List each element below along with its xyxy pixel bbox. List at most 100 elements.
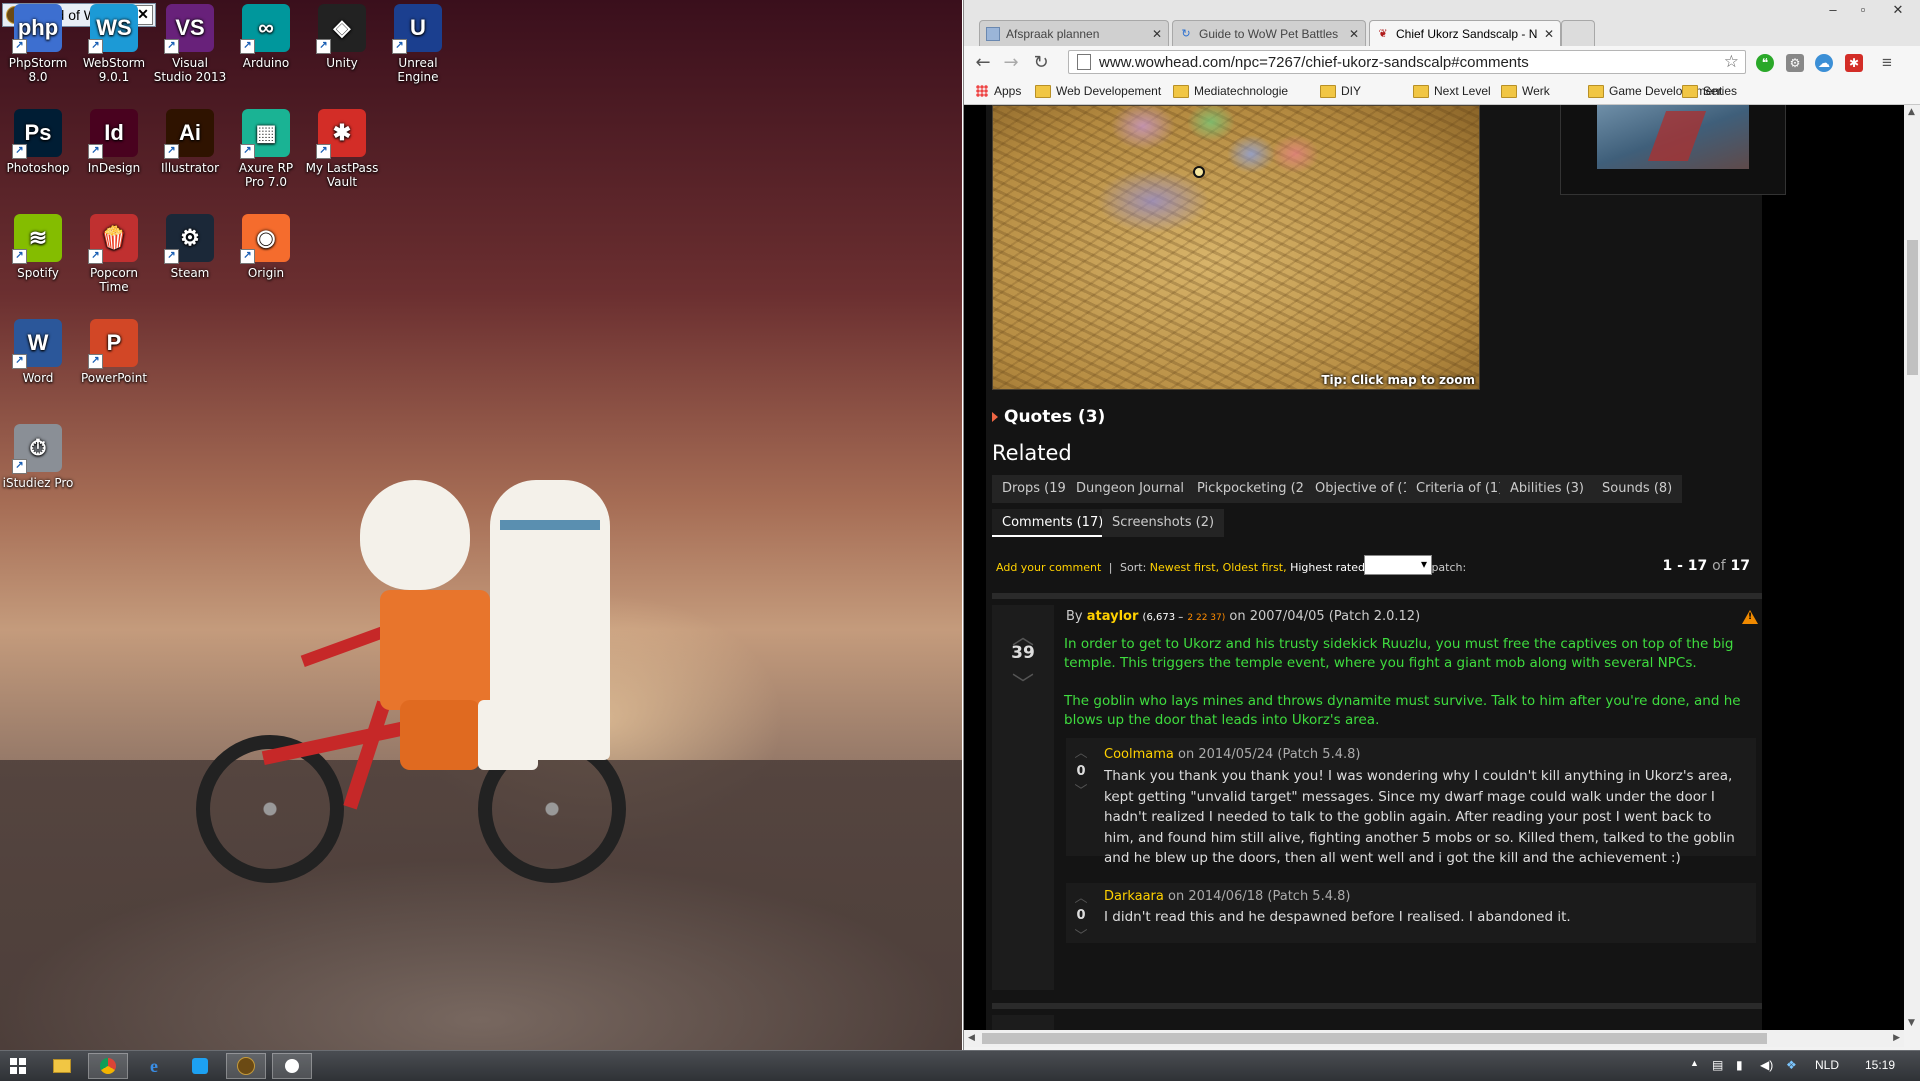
minimize-icon[interactable]: –	[1819, 0, 1847, 20]
downvote-icon[interactable]: ﹀	[992, 667, 1054, 699]
cloud-extension-icon[interactable]: ☁	[1815, 54, 1833, 72]
comment-author[interactable]: ataylor	[1087, 609, 1139, 624]
bookmark-item[interactable]: Mediatechnologie	[1173, 84, 1288, 98]
sort-oldest-link[interactable]: Oldest first	[1223, 561, 1284, 574]
forward-icon[interactable]: →	[1000, 52, 1022, 74]
related-tab[interactable]: Dungeon Journal	[1066, 475, 1195, 503]
tab-chief-ukorz[interactable]: ❦ Chief Ukorz Sandscalp - N ✕	[1369, 20, 1561, 46]
desktop-shortcut[interactable]: ∞ ↗ Arduino	[228, 4, 304, 70]
horizontal-scrollbar[interactable]: ◀ ▶	[964, 1030, 1904, 1047]
shortcut-arrow-icon: ↗	[88, 249, 103, 264]
taskbar-wow[interactable]	[226, 1053, 266, 1079]
desktop-shortcut-label: Photoshop	[6, 161, 70, 175]
desktop-shortcut[interactable]: ✱ ↗ My LastPass Vault	[304, 109, 380, 189]
related-tab[interactable]: Pickpocketing (2)	[1187, 475, 1320, 503]
bookmark-item[interactable]: Next Level	[1413, 84, 1491, 98]
close-tab-icon[interactable]: ✕	[1152, 27, 1162, 41]
vertical-scrollbar[interactable]: ▲ ▼	[1904, 105, 1920, 1030]
desktop-shortcut[interactable]: ≋ ↗ Spotify	[0, 214, 76, 280]
desktop-shortcut[interactable]: ▦ ↗ Axure RP Pro 7.0	[228, 109, 304, 189]
back-icon[interactable]: ←	[972, 52, 994, 74]
bookmark-item[interactable]: Web Developement	[1035, 84, 1161, 98]
new-tab-button[interactable]	[1561, 20, 1595, 46]
evernote-extension-icon[interactable]: ❝	[1756, 54, 1774, 72]
scroll-right-icon[interactable]: ▶	[1893, 1033, 1900, 1043]
taskbar-chrome[interactable]	[88, 1053, 128, 1079]
add-comment-link[interactable]: Add your comment	[996, 561, 1101, 574]
reply-date: on 2014/06/18 (Patch 5.4.8)	[1168, 889, 1351, 904]
taskbar-explorer[interactable]	[42, 1053, 82, 1079]
npc-screenshot-thumbnail[interactable]	[1597, 105, 1749, 169]
bookmark-item[interactable]: Series	[1682, 84, 1737, 98]
folder-icon	[1501, 84, 1517, 98]
bookmark-item[interactable]: Werk	[1501, 84, 1550, 98]
desktop-shortcut[interactable]: ◈ ↗ Unity	[304, 4, 380, 70]
desktop-shortcut[interactable]: ⚙ ↗ Steam	[152, 214, 228, 280]
related-tab[interactable]: Criteria of (1)	[1406, 475, 1514, 503]
zone-map[interactable]: Tip: Click map to zoom	[992, 105, 1480, 390]
battery-icon[interactable]: ▮	[1736, 1058, 1743, 1072]
tray-expand-icon[interactable]: ▲	[1690, 1058, 1699, 1068]
page-icon	[1077, 54, 1091, 70]
quotes-toggle[interactable]: Quotes (3)	[992, 407, 1105, 427]
bookmark-item[interactable]: Apps	[976, 84, 1021, 98]
sort-newest-link[interactable]: Newest first	[1150, 561, 1216, 574]
patch-filter-select[interactable]	[1364, 555, 1432, 575]
close-tab-icon[interactable]: ✕	[1349, 27, 1359, 41]
reply-author[interactable]: Darkaara	[1104, 889, 1164, 904]
close-tab-icon[interactable]: ✕	[1544, 27, 1554, 41]
desktop-shortcut[interactable]: U ↗ Unreal Engine	[380, 4, 456, 84]
taskbar-twitter[interactable]	[180, 1053, 220, 1079]
related-tab[interactable]: Sounds (8)	[1592, 475, 1683, 503]
maximize-icon[interactable]: ▫	[1849, 0, 1877, 20]
reply-upvote-icon[interactable]: ︿	[1066, 742, 1096, 761]
related-tab[interactable]: Abilities (3)	[1500, 475, 1595, 503]
close-window-icon[interactable]: ✕	[1884, 0, 1912, 20]
clock[interactable]: 15:19	[1865, 1058, 1895, 1072]
desktop-shortcut[interactable]: P ↗ PowerPoint	[76, 319, 152, 385]
bookmark-item[interactable]: DIY	[1320, 84, 1361, 98]
volume-icon[interactable]: ◀)	[1760, 1058, 1773, 1072]
scroll-left-icon[interactable]: ◀	[968, 1033, 975, 1043]
dropbox-icon[interactable]: ❖	[1786, 1058, 1797, 1072]
related-tab[interactable]: Comments (17)	[992, 509, 1114, 537]
desktop-shortcut[interactable]: Id ↗ InDesign	[76, 109, 152, 175]
scrollbar-thumb[interactable]	[1907, 240, 1918, 375]
desktop-shortcut[interactable]: php ↗ PhpStorm 8.0	[0, 4, 76, 84]
reply-downvote-icon[interactable]: ﹀	[1066, 925, 1096, 944]
extension-off-icon[interactable]: ⚙	[1786, 54, 1804, 72]
scroll-down-icon[interactable]: ▼	[1908, 1018, 1915, 1028]
desktop-shortcut[interactable]: WS ↗ WebStorm 9.0.1	[76, 4, 152, 84]
report-warning-icon[interactable]	[1742, 610, 1758, 624]
reply-downvote-icon[interactable]: ﹀	[1066, 780, 1096, 799]
desktop-shortcut[interactable]: ⏱ ↗ iStudiez Pro	[0, 424, 76, 490]
tab-guide-pet-battles[interactable]: ↻ Guide to WoW Pet Battles ✕	[1172, 20, 1366, 46]
vote-column	[992, 1015, 1054, 1030]
sort-highest-rated[interactable]: Highest rated	[1290, 561, 1365, 574]
desktop-shortcut[interactable]: Ps ↗ Photoshop	[0, 109, 76, 175]
address-bar[interactable]: www.wowhead.com/npc=7267/chief-ukorz-san…	[1068, 50, 1746, 74]
reply-upvote-icon[interactable]: ︿	[1066, 887, 1096, 906]
lastpass-extension-icon[interactable]: ✱	[1845, 54, 1863, 72]
start-button[interactable]	[2, 1053, 34, 1079]
desktop-shortcut[interactable]: 🍿 ↗ Popcorn Time	[76, 214, 152, 294]
desktop-shortcut[interactable]: ◉ ↗ Origin	[228, 214, 304, 280]
taskbar-app[interactable]	[272, 1053, 312, 1079]
language-indicator[interactable]: NLD	[1815, 1058, 1839, 1072]
related-tab[interactable]: Screenshots (2)	[1102, 509, 1225, 537]
network-icon[interactable]: ▤	[1712, 1058, 1723, 1072]
scroll-up-icon[interactable]: ▲	[1908, 107, 1915, 117]
bookmark-star-icon[interactable]: ☆	[1724, 52, 1739, 72]
scrollbar-thumb[interactable]	[982, 1033, 1767, 1044]
desktop-shortcut[interactable]: VS ↗ Visual Studio 2013	[152, 4, 228, 84]
desktop-shortcut[interactable]: W ↗ Word	[0, 319, 76, 385]
reload-icon[interactable]: ↻	[1030, 52, 1052, 74]
powerpoint-icon: P ↗	[88, 319, 138, 369]
menu-icon[interactable]: ≡	[1878, 54, 1896, 72]
reply-author[interactable]: Coolmama	[1104, 747, 1174, 762]
taskbar-ie[interactable]: e	[134, 1053, 174, 1079]
desktop-shortcut[interactable]: Ai ↗ Illustrator	[152, 109, 228, 175]
count-total: 17	[1730, 558, 1750, 574]
tab-afspraak-plannen[interactable]: Afspraak plannen ✕	[979, 20, 1169, 46]
chrome-browser-window: Afspraak plannen ✕ ↻ Guide to WoW Pet Ba…	[963, 0, 1920, 1050]
